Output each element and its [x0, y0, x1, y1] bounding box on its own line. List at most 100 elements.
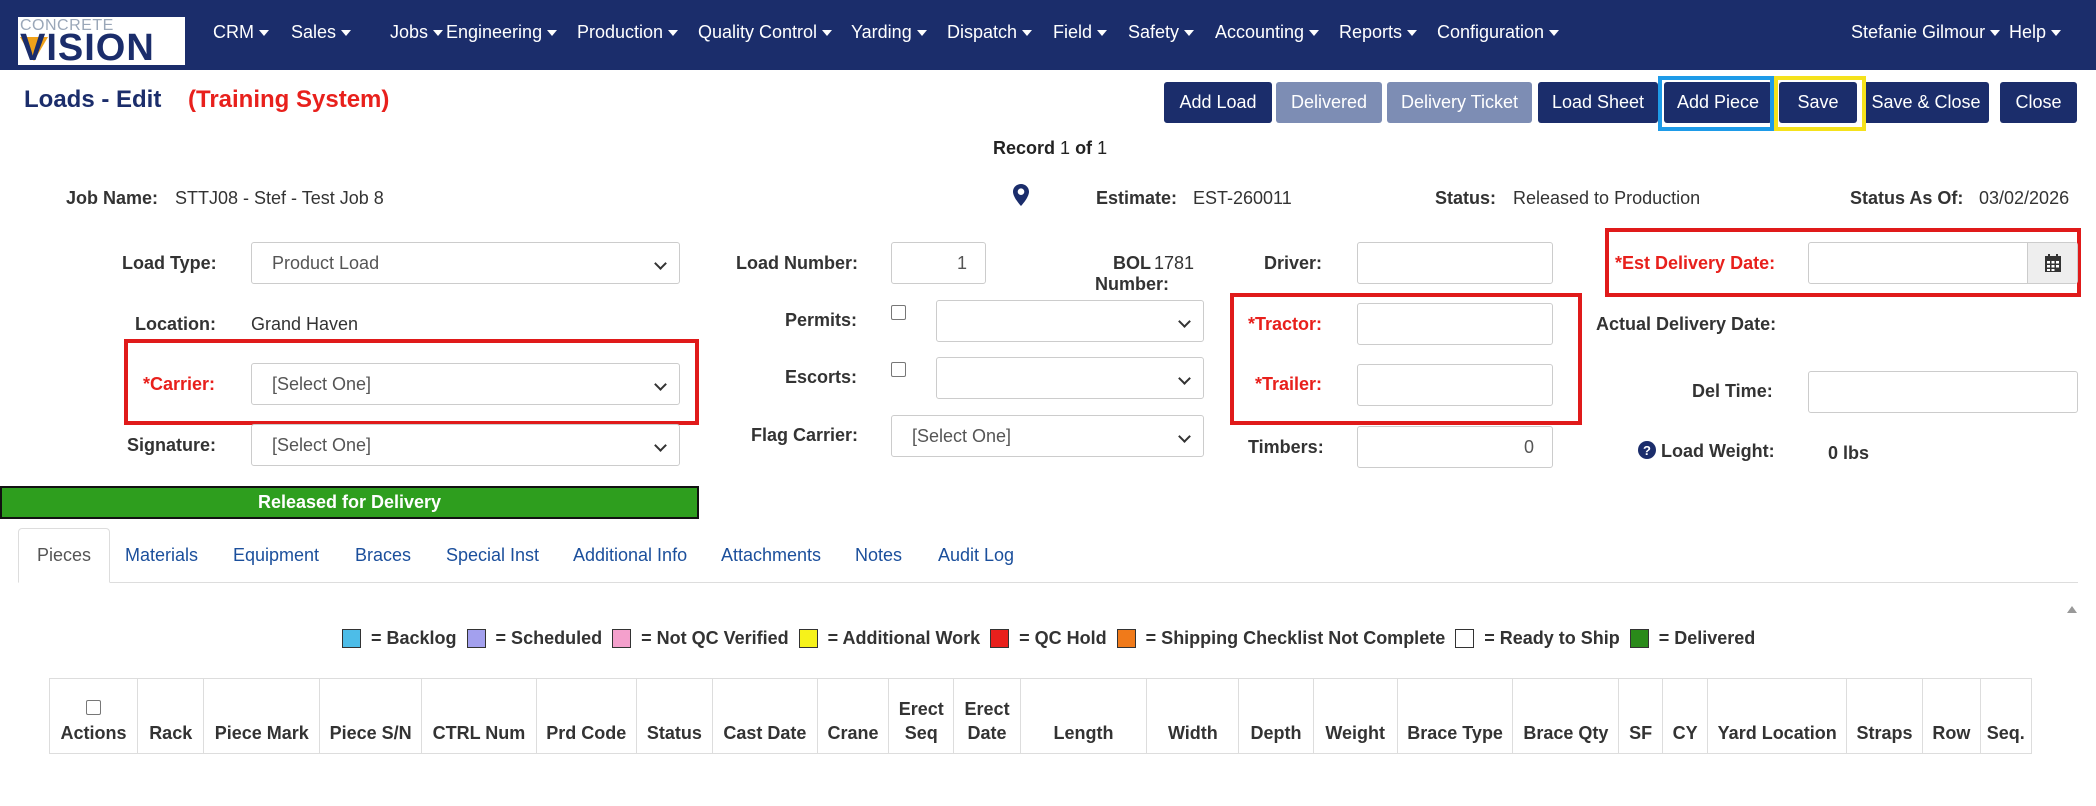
nav-production[interactable]: Production [577, 22, 679, 43]
status-as-of-label: Status As Of: [1850, 188, 1964, 208]
nav-help[interactable]: Help [2009, 22, 2062, 43]
col-crane[interactable]: Crane [818, 679, 890, 753]
nav-accounting[interactable]: Accounting [1215, 22, 1320, 43]
nav-crm[interactable]: CRM [213, 22, 269, 43]
delivery-ticket-button[interactable]: Delivery Ticket [1387, 82, 1532, 123]
save-close-button[interactable]: Save & Close [1863, 82, 1989, 123]
col-seq[interactable]: Seq. [1981, 679, 2031, 753]
col-depth[interactable]: Depth [1239, 679, 1314, 753]
load-type-select[interactable]: Product Load [251, 242, 680, 284]
load-number-input[interactable]: 1 [891, 242, 986, 284]
carrier-label: *Carrier: [143, 374, 216, 394]
tab-pieces[interactable]: Pieces [18, 528, 111, 583]
status-label: Status: [1435, 188, 1497, 208]
tab-audit-log[interactable]: Audit Log [938, 528, 1014, 583]
question-circle-icon[interactable]: ? [1638, 441, 1656, 464]
tab-materials[interactable]: Materials [125, 528, 198, 583]
col-length[interactable]: Length [1021, 679, 1148, 753]
col-status[interactable]: Status [637, 679, 713, 753]
trailer-label: *Trailer: [1255, 374, 1323, 394]
col-width[interactable]: Width [1147, 679, 1240, 753]
legend-additional-work: = Additional Work [798, 628, 980, 649]
nav-sales[interactable]: Sales [291, 22, 352, 43]
col-yard-location[interactable]: Yard Location [1708, 679, 1847, 753]
bol-number-value: 1781 [1154, 253, 1195, 273]
save-highlight [1774, 76, 1866, 131]
tab-equipment[interactable]: Equipment [233, 528, 319, 583]
actual-delivery-date-label: Actual Delivery Date: [1596, 314, 1777, 334]
calendar-icon[interactable] [2027, 243, 2077, 283]
timbers-label: Timbers: [1248, 437, 1324, 457]
estimate-value: EST-260011 [1193, 188, 1292, 208]
col-straps[interactable]: Straps [1847, 679, 1924, 753]
location-label: Location: [135, 314, 216, 334]
permits-select[interactable] [936, 300, 1204, 342]
legend-backlog: = Backlog [342, 628, 457, 649]
status-value: Released to Production [1513, 188, 1701, 208]
driver-label: Driver: [1264, 253, 1323, 273]
driver-input[interactable] [1357, 242, 1553, 284]
nav-engineering[interactable]: Engineering [446, 22, 558, 43]
trailer-input[interactable] [1357, 364, 1553, 406]
job-name-label: Job Name: [66, 188, 159, 208]
flag-carrier-select[interactable]: [Select One] [891, 415, 1204, 457]
tab-braces[interactable]: Braces [355, 528, 411, 583]
svg-text:?: ? [1643, 443, 1651, 458]
col-brace-qty[interactable]: Brace Qty [1513, 679, 1620, 753]
close-button[interactable]: Close [2000, 82, 2077, 123]
escorts-checkbox[interactable] [891, 362, 906, 377]
col-piece-mark[interactable]: Piece Mark [204, 679, 321, 753]
est-delivery-date-label: *Est Delivery Date: [1615, 253, 1776, 273]
tab-additional-info[interactable]: Additional Info [573, 528, 687, 583]
status-as-of-value: 03/02/2026 [1979, 188, 2070, 208]
location-value: Grand Haven [251, 314, 359, 334]
col-sf[interactable]: SF [1619, 679, 1663, 753]
col-row[interactable]: Row [1923, 679, 1981, 753]
load-number-label: Load Number: [736, 253, 859, 273]
nav-safety[interactable]: Safety [1128, 22, 1195, 43]
record-indicator: Record 1 of 1 [993, 138, 1108, 158]
col-ctrl-num[interactable]: CTRL Num [422, 679, 537, 753]
nav-jobs[interactable]: Jobs [390, 22, 444, 43]
col-brace-type[interactable]: Brace Type [1398, 679, 1514, 753]
permits-checkbox[interactable] [891, 305, 906, 320]
scroll-up-arrow-icon[interactable] [2067, 606, 2077, 613]
col-cast-date[interactable]: Cast Date [713, 679, 818, 753]
col-prd-code[interactable]: Prd Code [537, 679, 637, 753]
escorts-select[interactable] [936, 357, 1204, 399]
nav-user-menu[interactable]: Stefanie Gilmour [1851, 22, 2001, 43]
col-cy[interactable]: CY [1663, 679, 1709, 753]
carrier-select[interactable]: [Select One] [251, 363, 680, 405]
col-erect-seq[interactable]: Erect Seq [889, 679, 955, 753]
col-erect-date[interactable]: Erect Date [954, 679, 1021, 753]
timbers-input[interactable]: 0 [1357, 426, 1553, 468]
nav-configuration[interactable]: Configuration [1437, 22, 1560, 43]
nav-yarding[interactable]: Yarding [851, 22, 927, 43]
load-sheet-button[interactable]: Load Sheet [1538, 82, 1658, 123]
del-time-input[interactable] [1808, 371, 2078, 413]
col-piece-sn[interactable]: Piece S/N [320, 679, 423, 753]
col-rack[interactable]: Rack [138, 679, 205, 753]
flag-carrier-label: Flag Carrier: [751, 425, 859, 445]
nav-reports[interactable]: Reports [1339, 22, 1418, 43]
nav-field[interactable]: Field [1053, 22, 1108, 43]
legend-qc-hold: = QC Hold [990, 628, 1107, 649]
released-for-delivery-status-bar: Released for Delivery [0, 486, 699, 519]
map-pin-icon[interactable] [1013, 184, 1029, 211]
legend-delivered: = Delivered [1629, 628, 1755, 649]
col-weight[interactable]: Weight [1314, 679, 1398, 753]
est-delivery-date-input[interactable] [1808, 242, 2078, 284]
tab-notes[interactable]: Notes [855, 528, 902, 583]
signature-select[interactable]: [Select One] [251, 424, 680, 466]
nav-dispatch[interactable]: Dispatch [947, 22, 1033, 43]
add-load-button[interactable]: Add Load [1164, 82, 1272, 123]
concrete-vision-logo[interactable]: CONCRETE VISION [18, 17, 185, 67]
tab-attachments[interactable]: Attachments [721, 528, 821, 583]
escorts-label: Escorts: [785, 367, 858, 387]
select-all-checkbox[interactable] [86, 700, 102, 715]
nav-quality-control[interactable]: Quality Control [698, 22, 833, 43]
tab-special-inst[interactable]: Special Inst [446, 528, 539, 583]
load-weight-label: Load Weight: [1661, 441, 1775, 461]
tractor-input[interactable] [1357, 303, 1553, 345]
delivered-button[interactable]: Delivered [1276, 82, 1382, 123]
